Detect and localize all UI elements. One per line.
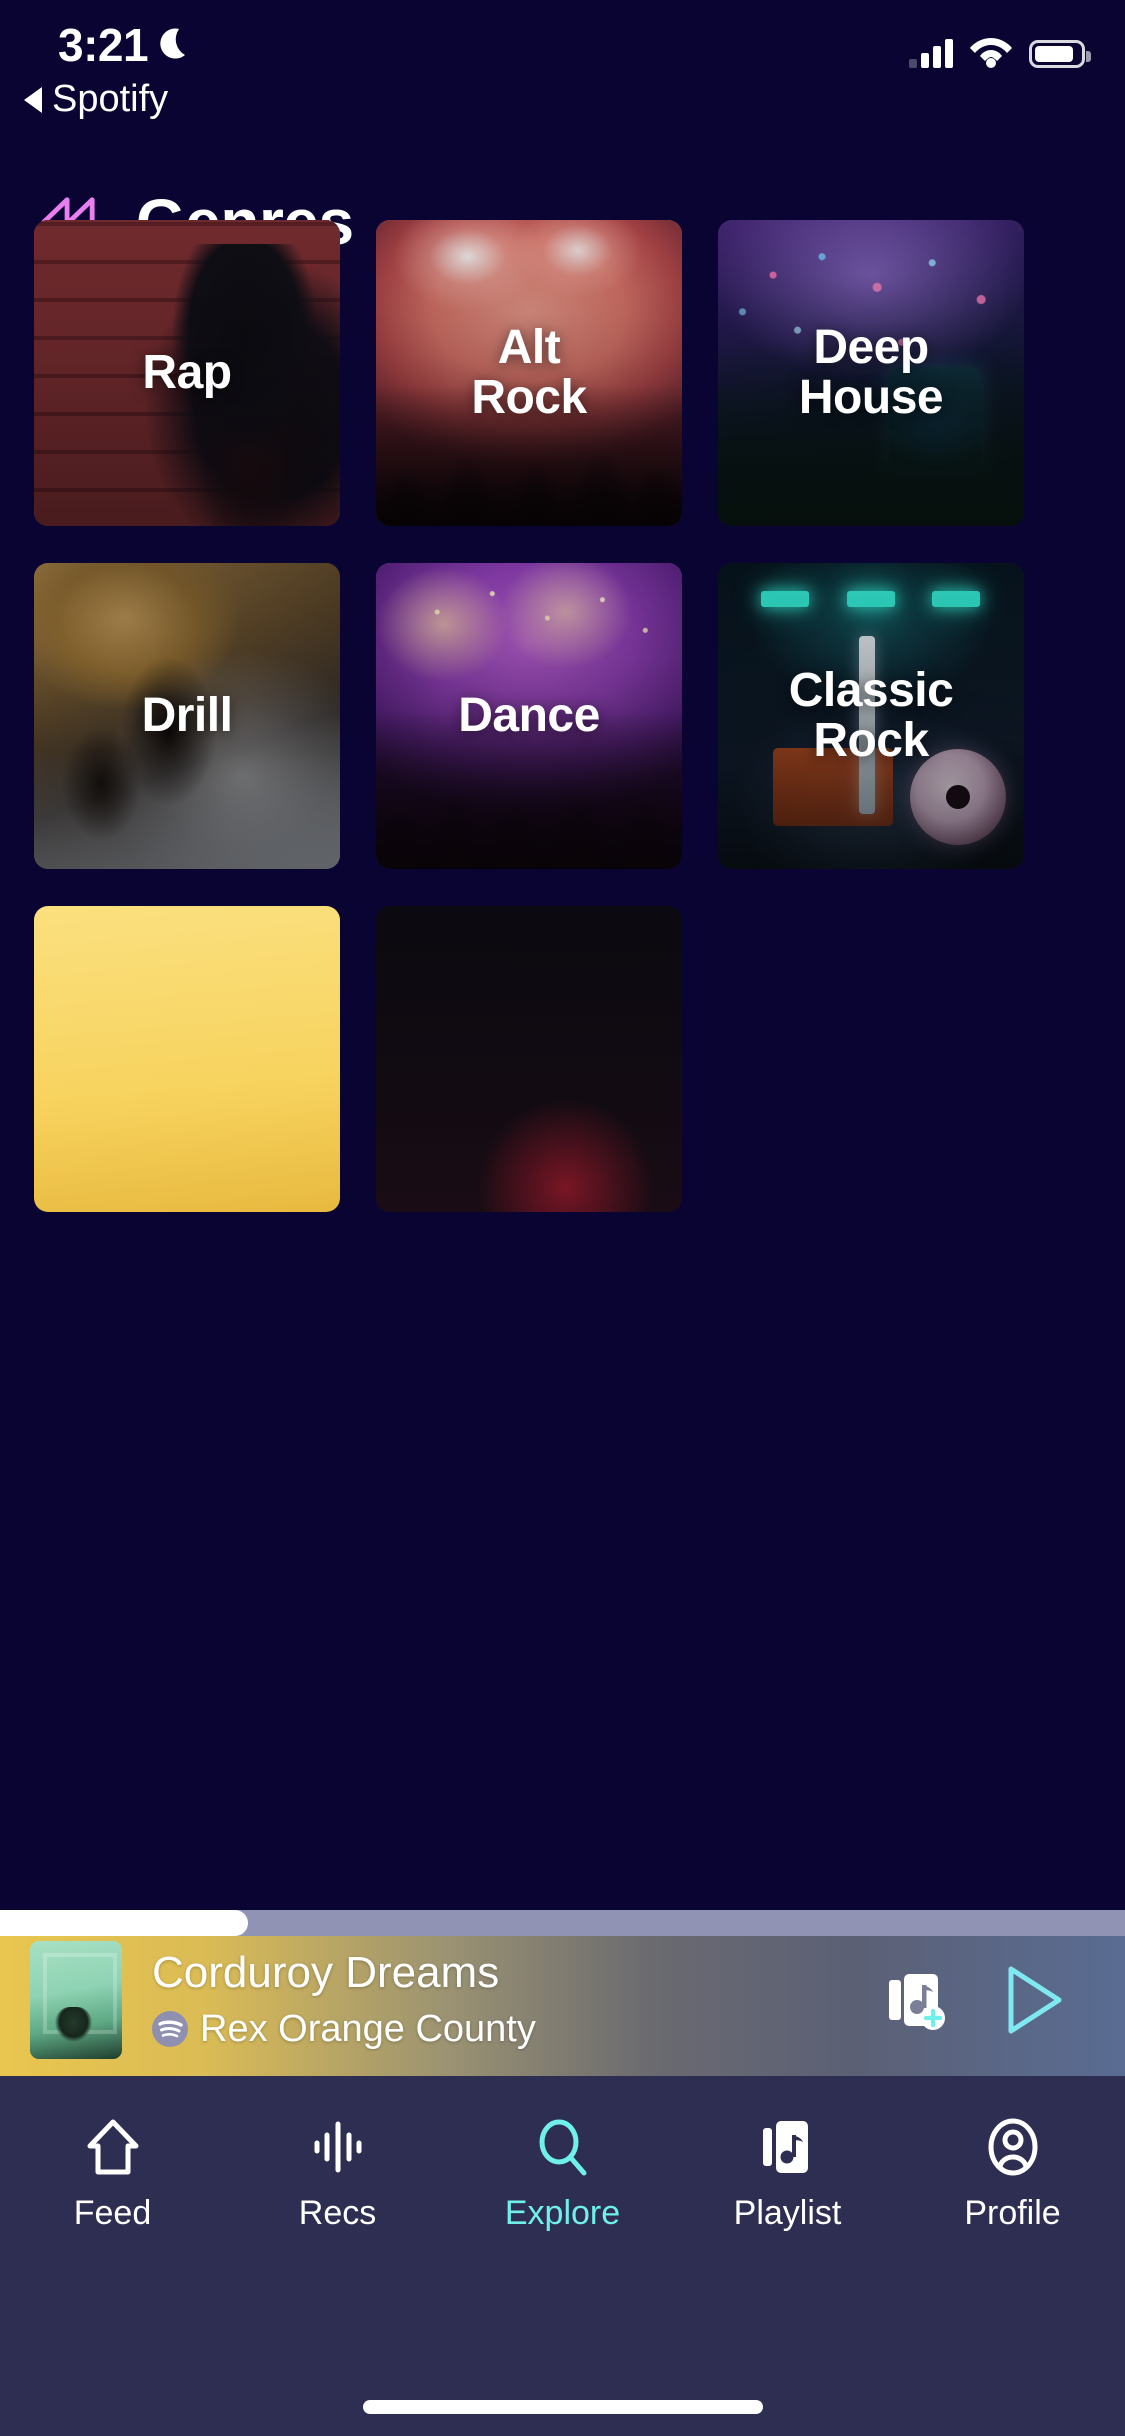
tab-label: Profile	[964, 2194, 1061, 2232]
status-bar-time-group: 3:21	[58, 18, 194, 72]
genre-card-alt-rock[interactable]: Alt Rock	[376, 220, 682, 526]
mini-player[interactable]: Corduroy Dreams Rex Orange County	[0, 1910, 1125, 2076]
genre-card-label: Deep House	[798, 321, 944, 424]
tab-feed[interactable]: Feed	[0, 2116, 225, 2233]
tab-label: Explore	[504, 2194, 621, 2232]
wifi-icon	[970, 38, 1012, 68]
genre-card-deep-house[interactable]: Deep House	[718, 220, 1024, 526]
spotify-icon	[152, 2011, 188, 2048]
moon-icon	[160, 28, 186, 59]
tab-label: Feed	[73, 2194, 152, 2232]
tab-playlist[interactable]: Playlist	[675, 2116, 900, 2233]
genre-card-label: Classic Rock	[788, 664, 954, 767]
track-title: Corduroy Dreams	[152, 1949, 500, 1998]
playback-progress-bar[interactable]	[0, 1910, 1125, 1936]
tab-recs[interactable]: Recs	[225, 2116, 450, 2233]
bottom-tab-bar: Feed Recs Explore Playlist Profile	[0, 2076, 1125, 2436]
search-icon	[532, 2116, 594, 2178]
genre-artwork-partial-left	[34, 906, 340, 1212]
status-bar-clock: 3:21	[58, 19, 149, 71]
genre-card-rap[interactable]: Rap	[34, 220, 340, 526]
play-icon[interactable]	[1001, 1963, 1067, 2037]
back-to-spotify-button[interactable]: Spotify	[24, 78, 168, 121]
playback-progress-fill	[0, 1910, 248, 1936]
tab-profile[interactable]: Profile	[900, 2116, 1125, 2233]
back-app-label: Spotify	[52, 78, 169, 120]
app-screen: 3:21 Spotify Genres	[0, 0, 1125, 2436]
genre-artwork-partial-right	[376, 906, 682, 1212]
profile-icon	[982, 2116, 1044, 2178]
track-subtitle-row: Rex Orange County	[152, 2008, 855, 2051]
status-bar: 3:21 Spotify	[0, 0, 1125, 120]
genre-card-dance[interactable]: Dance	[376, 563, 682, 869]
back-triangle-icon	[24, 86, 42, 113]
genre-card-partial-right[interactable]	[376, 906, 682, 1212]
tab-label: Playlist	[733, 2194, 842, 2232]
tab-label: Recs	[298, 2194, 377, 2232]
tab-explore[interactable]: Explore	[450, 2116, 675, 2233]
album-artwork	[30, 1941, 122, 2059]
track-artist: Rex Orange County	[200, 2007, 536, 2050]
playlist-icon	[757, 2116, 819, 2178]
genre-card-partial-left[interactable]	[34, 906, 340, 1212]
home-icon	[82, 2116, 144, 2178]
genre-card-label: Alt Rock	[471, 321, 587, 424]
genre-card-label: Drill	[141, 689, 233, 743]
genre-card-classic-rock[interactable]: Classic Rock	[718, 563, 1024, 869]
status-bar-indicators	[909, 26, 1091, 68]
genre-card-drill[interactable]: Drill	[34, 563, 340, 869]
genre-grid: Rap Alt Rock Deep House Drill Dance Clas…	[34, 220, 1091, 1212]
add-to-playlist-icon[interactable]	[881, 1966, 949, 2034]
track-info: Corduroy Dreams Rex Orange County	[152, 1949, 855, 2050]
genre-card-label: Rap	[142, 346, 232, 400]
home-indicator	[362, 2400, 763, 2414]
mini-player-actions	[881, 1963, 1067, 2037]
battery-icon	[1029, 40, 1091, 68]
genre-card-label: Dance	[458, 689, 600, 743]
cellular-signal-icon	[909, 38, 953, 68]
waveform-icon	[307, 2116, 369, 2178]
